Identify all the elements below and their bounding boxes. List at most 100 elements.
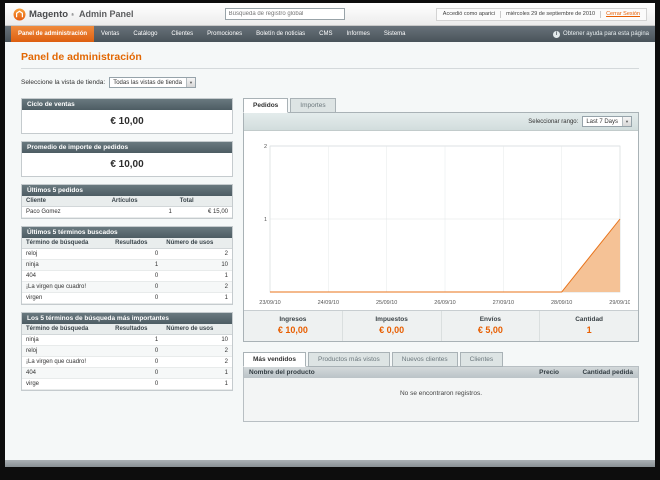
nav-item-system[interactable]: Sistema — [377, 26, 413, 42]
cell-term: ¡La virgen que cuadro! — [22, 281, 112, 293]
cell-term: 404 — [22, 270, 112, 282]
cell-uses: 1 — [162, 378, 232, 390]
cell-uses: 2 — [162, 356, 232, 368]
column-header: Término de búsqueda — [22, 324, 112, 335]
cell-results: 0 — [111, 281, 163, 293]
cell-items: 1 — [107, 206, 176, 218]
svg-text:2: 2 — [264, 144, 267, 150]
tab-amounts[interactable]: Importes — [290, 98, 336, 113]
column-header-quantity: Cantidad pedida — [582, 369, 633, 376]
right-column: Pedidos Importes Seleccionar rango: Last… — [243, 98, 639, 422]
range-select[interactable]: Last 7 Days ▼ — [582, 116, 632, 127]
lifetime-sales-box: Ciclo de ventas € 10,00 — [21, 98, 233, 134]
tab-new-customers[interactable]: Nuevos clientes — [391, 352, 458, 367]
nav-item-sales[interactable]: Ventas — [94, 26, 126, 42]
chevron-down-icon: ▼ — [185, 78, 195, 87]
last-search-terms-table: Término de búsqueda Resultados Número de… — [22, 238, 232, 304]
main-nav-bar: Panel de administración Ventas Catálogo … — [5, 26, 655, 42]
footer-bar — [5, 460, 655, 467]
search-term-row[interactable]: 404 0 1 — [22, 270, 232, 282]
top-bar: Magento® Admin Panel Accedió como aparic… — [5, 3, 655, 26]
nav-item-cms[interactable]: CMS — [312, 26, 339, 42]
nav-item-catalog[interactable]: Catálogo — [126, 26, 164, 42]
topbar-center — [134, 8, 436, 20]
cell-results: 0 — [111, 270, 163, 282]
nav-item-customers[interactable]: Clientes — [164, 26, 200, 42]
magento-admin-app: Magento® Admin Panel Accedió como aparic… — [5, 3, 655, 467]
brand-registered-mark: ® — [71, 11, 75, 17]
logout-link[interactable]: Cerrar Sesión — [606, 11, 640, 17]
column-header: Resultados — [111, 324, 163, 335]
user-info-box: Accedió como aparici miércoles 29 de sep… — [435, 7, 647, 21]
cell-results: 1 — [111, 259, 163, 271]
svg-text:24/09/10: 24/09/10 — [318, 300, 339, 306]
column-header: Término de búsqueda — [22, 238, 112, 249]
search-term-row[interactable]: 404 0 1 — [22, 367, 232, 379]
help-label: Obtener ayuda para esta página — [562, 31, 649, 37]
cell-results: 0 — [111, 356, 163, 368]
products-grid-header: Nombre del producto Precio Cantidad pedi… — [244, 367, 638, 378]
top-search-terms-box: Los 5 términos de búsqueda más important… — [21, 312, 233, 391]
search-term-row[interactable]: virge 0 1 — [22, 378, 232, 390]
svg-text:25/09/10: 25/09/10 — [376, 300, 397, 306]
orders-tabs: Pedidos Importes — [243, 98, 639, 113]
svg-text:26/09/10: 26/09/10 — [434, 300, 455, 306]
search-term-row[interactable]: reloj 0 2 — [22, 345, 232, 357]
title-divider — [21, 68, 639, 69]
tab-most-viewed[interactable]: Productos más vistos — [307, 352, 390, 367]
column-header: Resultados — [111, 238, 163, 249]
search-term-row[interactable]: reloj 0 2 — [22, 248, 232, 260]
cell-results: 0 — [111, 367, 163, 379]
search-term-row[interactable]: ninja 1 10 — [22, 334, 232, 346]
products-grid: Nombre del producto Precio Cantidad pedi… — [243, 366, 639, 422]
range-label: Seleccionar rango: — [528, 118, 579, 125]
tab-customers[interactable]: Clientes — [459, 352, 504, 367]
nav-item-dashboard[interactable]: Panel de administración — [11, 26, 95, 42]
stat-revenue: Ingresos € 10,00 — [244, 311, 342, 341]
search-term-row[interactable]: ¡La virgen que cuadro! 0 2 — [22, 281, 232, 293]
cell-customer: Paco Gomez — [22, 206, 108, 218]
orders-panel: Seleccionar rango: Last 7 Days ▼ 23/09/1… — [243, 112, 639, 342]
cell-uses: 1 — [162, 270, 232, 282]
cell-term: virge — [22, 378, 112, 390]
stat-label: Cantidad — [575, 316, 604, 323]
search-term-row[interactable]: ¡La virgen que cuadro! 0 2 — [22, 356, 232, 368]
nav-item-reports[interactable]: Informes — [340, 26, 377, 42]
average-orders-box: Promedio de importe de pedidos € 10,00 — [21, 141, 233, 177]
stat-quantity: Cantidad 1 — [539, 311, 638, 341]
cell-uses: 2 — [162, 281, 232, 293]
global-search-input[interactable] — [224, 8, 345, 20]
store-view-row: Seleccione la vista de tienda: Todas las… — [21, 77, 639, 88]
cell-results: 0 — [111, 292, 163, 304]
column-header: Artículos — [107, 196, 176, 207]
last-orders-title: Últimos 5 pedidos — [22, 185, 232, 196]
search-term-row[interactable]: virgen 0 1 — [22, 292, 232, 304]
last-orders-box: Últimos 5 pedidos Cliente Artículos Tota… — [21, 184, 233, 219]
totals-bar: Ingresos € 10,00 Impuestos € 0,00 Envíos… — [244, 310, 638, 341]
nav-item-promotions[interactable]: Promociones — [200, 26, 249, 42]
tab-orders[interactable]: Pedidos — [243, 98, 289, 113]
svg-text:1: 1 — [264, 217, 267, 223]
cell-results: 0 — [111, 378, 163, 390]
cell-term: reloj — [22, 248, 112, 260]
column-header: Número de usos — [162, 324, 232, 335]
cell-uses: 10 — [162, 334, 232, 346]
order-row[interactable]: Paco Gomez 1 € 15,00 — [22, 206, 232, 218]
nav-item-newsletter[interactable]: Boletín de noticias — [249, 26, 312, 42]
store-view-select[interactable]: Todas las vistas de tienda ▼ — [109, 77, 196, 88]
column-header-price: Precio — [539, 369, 559, 376]
cell-term: ¡La virgen que cuadro! — [22, 356, 112, 368]
page-help-link[interactable]: i Obtener ayuda para esta página — [552, 26, 649, 42]
orders-chart: 23/09/10 24/09/10 25/09/10 26/09/10 27/09/10… — [248, 138, 634, 308]
brand-suffix-text: Admin Panel — [79, 9, 134, 19]
cell-uses: 10 — [162, 259, 232, 271]
search-term-row[interactable]: ninja 1 10 — [22, 259, 232, 271]
empty-records-message: No se encontraron registros. — [244, 378, 638, 421]
svg-text:27/09/10: 27/09/10 — [493, 300, 514, 306]
tab-bestsellers[interactable]: Más vendidos — [243, 352, 306, 367]
page-title: Panel de administración — [21, 51, 142, 63]
cell-term: ninja — [22, 334, 112, 346]
cell-uses: 2 — [162, 248, 232, 260]
cell-uses: 1 — [162, 367, 232, 379]
stat-tax: Impuestos € 0,00 — [341, 311, 441, 341]
